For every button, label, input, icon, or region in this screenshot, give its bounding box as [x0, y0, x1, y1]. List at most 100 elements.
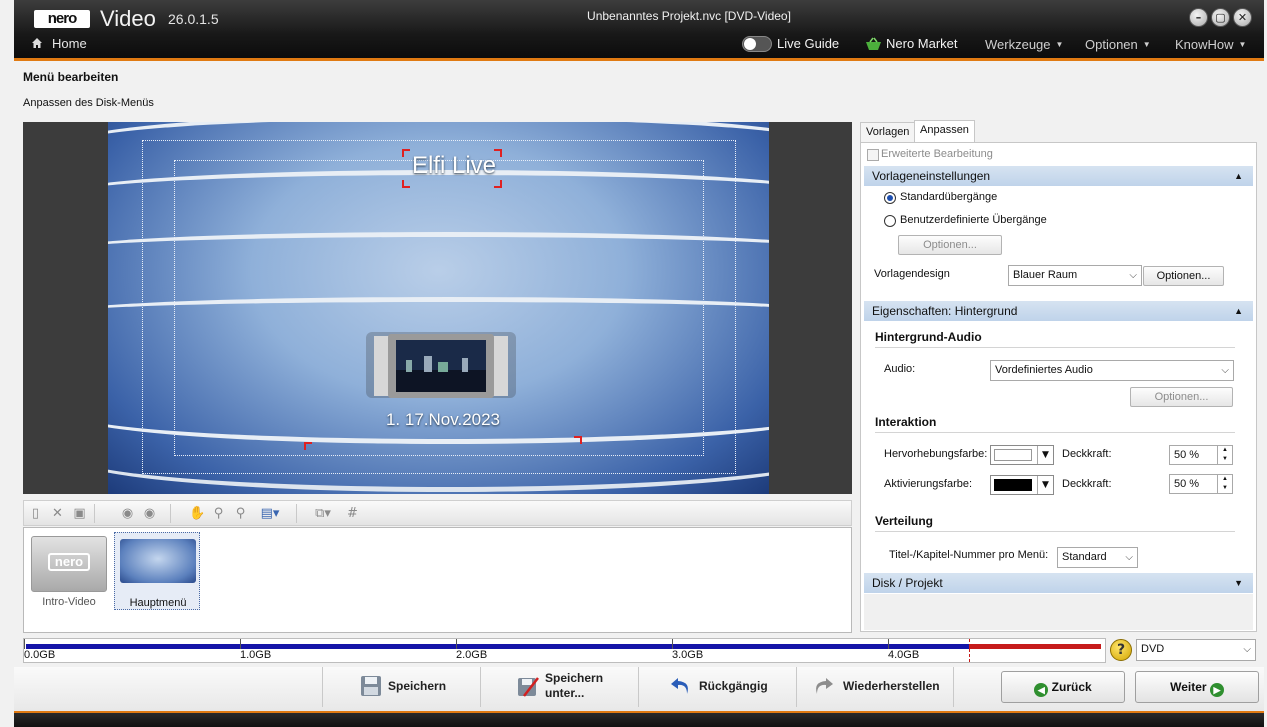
capacity-tick-label: 0.0GB — [24, 649, 56, 661]
transition-options-button[interactable]: Optionen... — [898, 235, 1002, 255]
nero-video-window: nero Video 26.0.1.5 Unbenanntes Projekt.… — [0, 0, 1267, 727]
radio-standard-label: Standardübergänge — [900, 191, 998, 203]
activation-opacity-spinner[interactable]: 50 % ▲ ▼ — [1169, 474, 1233, 494]
advanced-edit-checkbox[interactable] — [867, 149, 879, 161]
thumbnail-label: Hauptmenü — [129, 597, 187, 609]
next-button[interactable]: Weiter ▶ — [1135, 671, 1259, 703]
basket-icon — [866, 37, 881, 50]
capacity-limit-marker — [969, 639, 970, 662]
nero-market-link[interactable]: Nero Market — [886, 36, 958, 51]
distribution-heading: Verteilung — [875, 514, 934, 528]
floppy-icon — [361, 676, 381, 696]
chapter-label-text[interactable]: 1. 17.Nov.2023 — [348, 410, 538, 430]
menu-optionen[interactable]: Optionen ▼ — [1085, 37, 1151, 52]
back-button[interactable]: ◀ Zurück — [1001, 671, 1125, 703]
save-button[interactable]: Speichern — [322, 667, 480, 707]
activation-color-picker[interactable]: ▼ — [990, 475, 1054, 495]
live-guide-label[interactable]: Live Guide — [777, 36, 839, 51]
zoom-out-icon[interactable]: ⚲ — [233, 506, 248, 521]
menu-background-image: Elfi Live 1. 17.Nov.2023 — [108, 122, 769, 494]
activation-color-swatch — [994, 479, 1032, 491]
section-background-properties[interactable]: Eigenschaften: Hintergrund ▲ — [864, 301, 1253, 321]
audio-label: Audio: — [884, 363, 916, 375]
properties-panel: Vorlagen Anpassen Erweiterte Bearbeitung… — [860, 120, 1257, 632]
highlight-color-swatch — [994, 449, 1032, 461]
capacity-tick-label: 3.0GB — [672, 649, 704, 661]
save-as-icon — [518, 677, 539, 697]
title-bar: nero Video 26.0.1.5 Unbenanntes Projekt.… — [14, 0, 1264, 61]
audio-select[interactable]: Vordefiniertes Audio ⌵ — [990, 360, 1234, 381]
zoom-in-icon[interactable]: ⚲ — [211, 506, 226, 521]
intro-nero-logo: nero — [48, 553, 90, 571]
template-design-label: Vorlagendesign — [874, 268, 950, 280]
design-options-button[interactable]: Optionen... — [1143, 266, 1224, 286]
menu-preview[interactable]: Elfi Live 1. 17.Nov.2023 — [23, 122, 852, 494]
titles-per-menu-select[interactable]: Standard ⌵ — [1057, 547, 1138, 568]
tab-anpassen[interactable]: Anpassen — [914, 120, 975, 142]
menu-knowhow[interactable]: KnowHow ▼ — [1175, 37, 1246, 52]
align-icon[interactable]: ⧉▾ — [311, 506, 335, 521]
grid-view-icon[interactable]: ▤▾ — [257, 506, 283, 521]
menu-thumbnail-strip: nero Intro-Video Hauptmenü — [23, 527, 852, 633]
redo-icon — [816, 678, 833, 694]
delete-icon[interactable]: ✕ — [50, 506, 65, 521]
titles-per-menu-label: Titel-/Kapitel-Nummer pro Menü: — [889, 549, 1049, 561]
audio-options-button[interactable]: Optionen... — [1130, 387, 1233, 407]
activation-color-label: Aktivierungsfarbe: — [884, 478, 973, 490]
capacity-tick-label: 1.0GB — [240, 649, 272, 661]
restore-icon[interactable]: ▢ — [1211, 8, 1230, 27]
back-arrow-icon: ◀ — [1034, 683, 1049, 697]
redo-button[interactable]: Wiederherstellen — [796, 667, 954, 707]
minimize-icon[interactable]: – — [1189, 8, 1208, 27]
thumbnail-label: Intro-Video — [42, 596, 96, 608]
highlight-color-picker[interactable]: ▼ — [990, 445, 1054, 465]
grid-icon[interactable]: # — [345, 506, 360, 521]
home-icon[interactable] — [31, 37, 43, 49]
thumbnail-main-menu[interactable]: Hauptmenü — [114, 532, 200, 610]
radio-standard-transitions[interactable] — [884, 192, 896, 204]
advanced-edit-label: Erweiterte Bearbeitung — [881, 148, 993, 160]
live-guide-toggle[interactable] — [742, 36, 772, 52]
nero-logo: nero — [34, 10, 90, 28]
app-version: 26.0.1.5 — [168, 11, 219, 27]
previous-circle-icon[interactable]: ◉ — [120, 506, 135, 521]
capacity-tick-label: 2.0GB — [456, 649, 488, 661]
tab-vorlagen[interactable]: Vorlagen — [860, 122, 916, 142]
bottom-action-bar: Speichern Speichern unter... Rückgängig … — [14, 667, 1264, 711]
highlight-opacity-spinner[interactable]: 50 % ▲ ▼ — [1169, 445, 1233, 465]
menu-toolbar: ▯ ✕ ▣ ◉ ◉ ✋ ⚲ ⚲ ▤▾ ⧉▾ # — [23, 500, 852, 526]
disc-type-select[interactable]: DVD ⌵ — [1136, 639, 1256, 661]
highlight-color-label: Hervorhebungsfarbe: — [884, 448, 988, 460]
template-design-select[interactable]: Blauer Raum ⌵ — [1008, 265, 1142, 286]
help-icon[interactable]: ? — [1110, 639, 1132, 661]
capacity-tick-label: 4.0GB — [888, 649, 920, 661]
next-circle-icon[interactable]: ◉ — [142, 506, 157, 521]
close-icon[interactable]: ✕ — [1233, 8, 1252, 27]
chapter-button-thumbnail[interactable] — [366, 330, 516, 402]
menu-werkzeuge[interactable]: Werkzeuge ▼ — [985, 37, 1063, 52]
audio-section-heading: Hintergrund-Audio — [875, 330, 982, 344]
thumbnail-intro-video[interactable]: nero Intro-Video — [26, 532, 112, 610]
disc-capacity-bar: 0.0GB 1.0GB 2.0GB 3.0GB 4.0GB — [23, 638, 1106, 663]
highlight-opacity-label: Deckkraft: — [1062, 448, 1112, 460]
status-strip — [14, 711, 1264, 727]
home-link[interactable]: Home — [52, 36, 87, 51]
radio-custom-label: Benutzerdefinierte Übergänge — [900, 214, 1047, 226]
save-as-button[interactable]: Speichern unter... — [480, 667, 638, 707]
capacity-over-fill — [969, 644, 1101, 649]
section-disc-project[interactable]: Disk / Projekt ▼ — [864, 573, 1253, 593]
section-template-settings[interactable]: Vorlageneinstellungen ▲ — [864, 166, 1253, 186]
undo-icon — [671, 678, 688, 694]
hand-tool-icon[interactable]: ✋ — [189, 506, 205, 521]
undo-button[interactable]: Rückgängig — [638, 667, 796, 707]
interaction-heading: Interaktion — [875, 415, 937, 429]
activation-opacity-label: Deckkraft: — [1062, 478, 1112, 490]
page-title: Menü bearbeiten — [23, 70, 119, 84]
window-title: Unbenanntes Projekt.nvc [DVD-Video] — [587, 9, 791, 23]
next-arrow-icon: ▶ — [1209, 683, 1224, 697]
save-disk-icon[interactable]: ▣ — [72, 506, 87, 521]
radio-custom-transitions[interactable] — [884, 215, 896, 227]
new-page-icon[interactable]: ▯ — [28, 506, 43, 521]
menu-title-text[interactable]: Elfi Live — [404, 152, 504, 180]
app-name: Video — [100, 6, 156, 31]
